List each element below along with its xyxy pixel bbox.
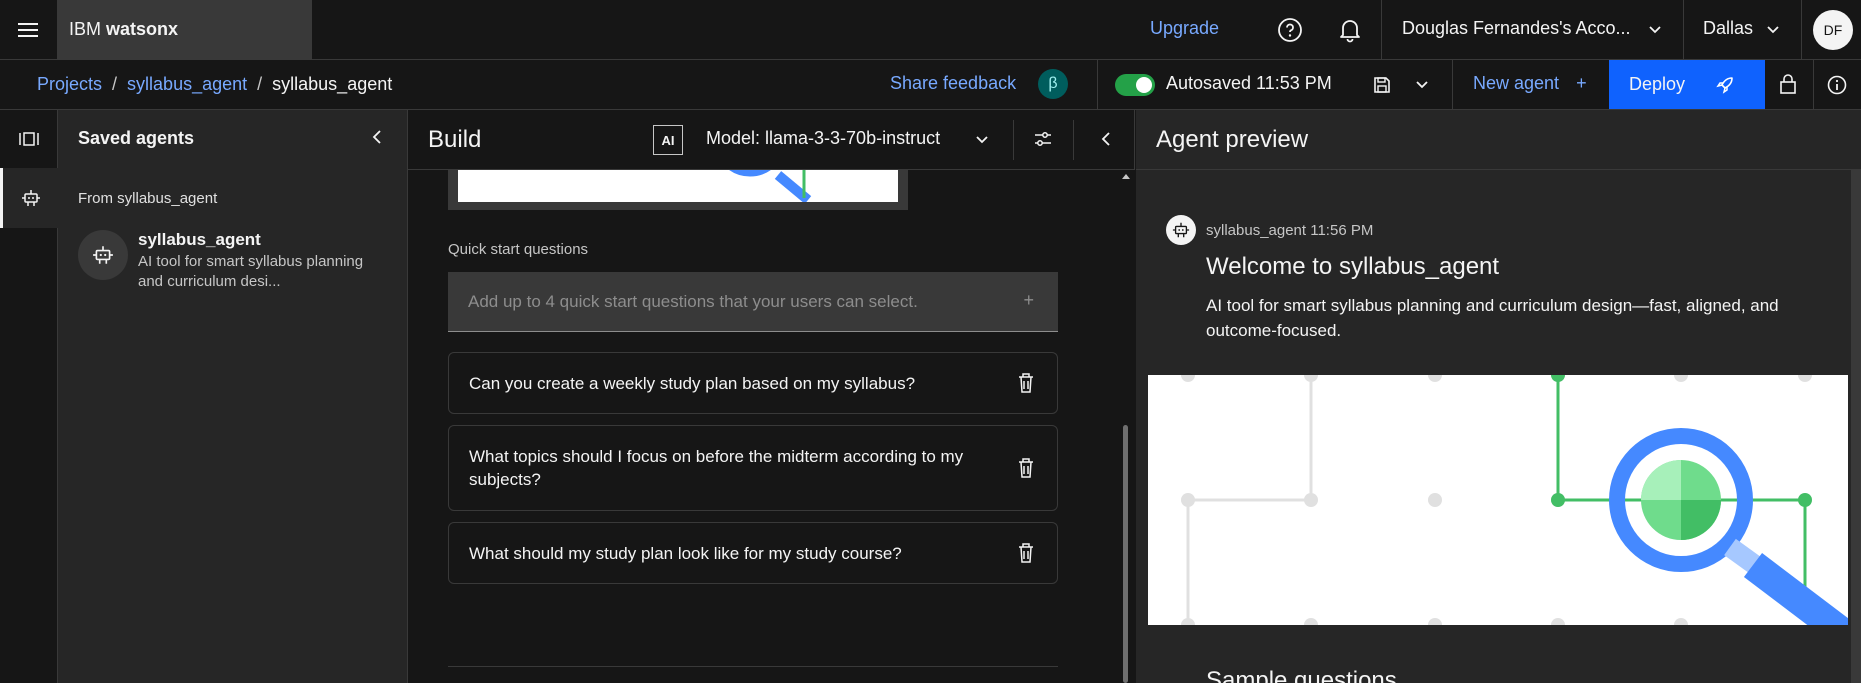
welcome-heading: Welcome to syllabus_agent: [1206, 253, 1500, 280]
lock-icon[interactable]: [1779, 73, 1797, 95]
breadcrumb-separator: /: [112, 74, 118, 94]
breadcrumb-project[interactable]: syllabus_agent: [127, 74, 247, 95]
notification-bell-icon[interactable]: [1332, 12, 1368, 48]
upgrade-link[interactable]: Upgrade: [1150, 18, 1219, 39]
autosave-toggle[interactable]: [1115, 74, 1155, 96]
save-icon[interactable]: [1373, 76, 1391, 94]
magnifier-illustration: [1181, 375, 1848, 625]
chevron-down-icon[interactable]: [1765, 22, 1781, 38]
quick-start-input[interactable]: Add up to 4 quick start questions that y…: [448, 272, 1058, 332]
model-selector[interactable]: Model: llama-3-3-70b-instruct: [706, 128, 940, 149]
plus-icon: +: [1576, 73, 1587, 93]
agent-illustration: [1148, 375, 1848, 625]
build-panel: Build AI Model: llama-3-3-70b-instruct Q…: [408, 110, 1135, 683]
build-scroll-thumb[interactable]: [1123, 425, 1128, 683]
question-text: Can you create a weekly study plan based…: [469, 373, 916, 393]
hamburger-menu-icon[interactable]: [0, 0, 55, 60]
ai-badge: AI: [653, 125, 683, 155]
quick-start-placeholder: Add up to 4 quick start questions that y…: [468, 291, 918, 311]
saved-agents-panel: Saved agents From syllabus_agent syllabu…: [58, 110, 408, 683]
quick-start-question[interactable]: What should my study plan look like for …: [448, 522, 1058, 584]
section-divider: [448, 666, 1058, 667]
divider: [1381, 0, 1382, 60]
chevron-left-icon[interactable]: [1098, 130, 1114, 148]
top-bar: IBM watsonx Upgrade Douglas Fernandes's …: [0, 0, 1861, 60]
question-text: What topics should I focus on before the…: [469, 447, 964, 489]
rail-item-panel[interactable]: [0, 110, 58, 168]
agent-avatar: [78, 230, 128, 280]
robot-icon: [93, 246, 113, 264]
brand-prefix: IBM: [69, 19, 102, 39]
divider: [1073, 120, 1074, 160]
divider: [1683, 0, 1684, 60]
brand[interactable]: IBM watsonx: [57, 0, 312, 59]
add-question-plus-icon[interactable]: +: [1023, 290, 1034, 311]
message-meta: syllabus_agent 11:56 PM: [1206, 222, 1374, 239]
new-agent-label: New agent: [1473, 73, 1560, 93]
agent-image-preview: [448, 170, 908, 210]
trash-icon[interactable]: [1017, 372, 1035, 394]
quick-start-question[interactable]: Can you create a weekly study plan based…: [448, 352, 1058, 414]
welcome-description: AI tool for smart syllabus planning and …: [1206, 296, 1779, 340]
divider: [1801, 0, 1802, 60]
rocket-icon: [1716, 77, 1733, 94]
preview-scrollbar[interactable]: [1851, 170, 1861, 683]
sample-questions-heading: Sample questions: [1206, 667, 1397, 683]
preview-title: Agent preview: [1156, 126, 1309, 153]
help-icon[interactable]: [1272, 12, 1308, 48]
side-panel-icon: [19, 132, 39, 146]
settings-sliders-icon[interactable]: [1033, 129, 1053, 149]
new-agent-button[interactable]: New agent +: [1473, 73, 1587, 94]
breadcrumb-separator: /: [257, 74, 263, 94]
account-switcher[interactable]: Douglas Fernandes's Acco...: [1402, 18, 1631, 39]
question-text: What should my study plan look like for …: [469, 543, 902, 563]
rail-item-agents[interactable]: [0, 168, 58, 228]
chevron-down-icon[interactable]: [1414, 77, 1430, 93]
chevron-down-icon[interactable]: [974, 132, 990, 148]
divider: [1813, 60, 1814, 109]
breadcrumb: Projects / syllabus_agent / syllabus_age…: [37, 74, 392, 95]
breadcrumb-current: syllabus_agent: [272, 74, 393, 94]
agent-preview-panel: Agent preview syllabus_agent 11:56 PM We…: [1136, 110, 1861, 683]
user-avatar[interactable]: DF: [1813, 10, 1853, 50]
divider: [1013, 120, 1014, 160]
bot-avatar: [1166, 215, 1196, 245]
chevron-left-icon[interactable]: [369, 128, 385, 146]
left-rail: [0, 110, 58, 683]
share-feedback-link[interactable]: Share feedback: [890, 73, 1016, 94]
trash-icon[interactable]: [1017, 457, 1035, 479]
deploy-button[interactable]: Deploy: [1609, 60, 1765, 109]
quick-start-label: Quick start questions: [448, 241, 589, 258]
autosave-status: Autosaved 11:53 PM: [1166, 73, 1332, 93]
info-icon[interactable]: [1827, 75, 1847, 95]
chevron-down-icon[interactable]: [1647, 22, 1663, 38]
scroll-up-arrow-icon[interactable]: [1121, 172, 1131, 180]
brand-name: watsonx: [106, 19, 179, 39]
magnifier-illustration: [729, 170, 812, 202]
agent-description: AI tool for smart syllabus planning and …: [138, 253, 364, 290]
robot-icon: [21, 190, 40, 206]
agent-name[interactable]: syllabus_agent: [138, 230, 261, 250]
region-selector[interactable]: Dallas: [1703, 18, 1753, 39]
from-project-label: From syllabus_agent: [78, 190, 218, 207]
robot-icon: [1172, 222, 1190, 238]
sub-bar: Projects / syllabus_agent / syllabus_age…: [0, 60, 1861, 110]
quick-start-question[interactable]: What topics should I focus on before the…: [448, 425, 1058, 511]
deploy-label: Deploy: [1629, 74, 1686, 94]
divider: [1452, 60, 1453, 109]
build-header: Build AI Model: llama-3-3-70b-instruct: [408, 110, 1135, 170]
preview-header: Agent preview: [1136, 110, 1861, 170]
build-title: Build: [428, 126, 482, 153]
trash-icon[interactable]: [1017, 542, 1035, 564]
breadcrumb-projects[interactable]: Projects: [37, 74, 102, 95]
beta-badge: β: [1038, 69, 1068, 99]
saved-agents-title: Saved agents: [78, 128, 195, 148]
divider: [1097, 60, 1098, 109]
